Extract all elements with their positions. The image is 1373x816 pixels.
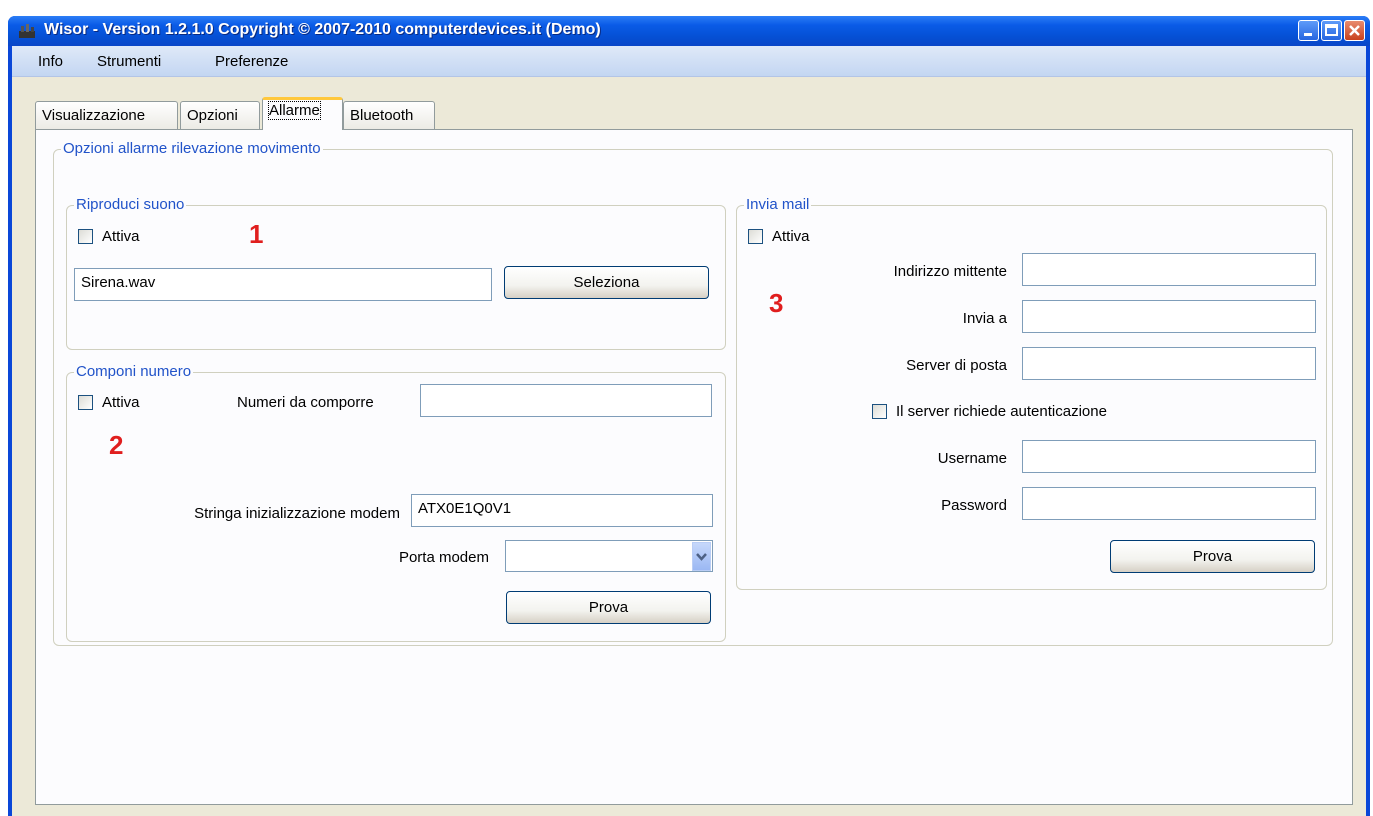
group-send-mail: Invia mail Attiva 3 Indirizzo mittente I…	[736, 196, 1327, 590]
mail-prova-button[interactable]: Prova	[1110, 540, 1315, 573]
seleziona-button[interactable]: Seleziona	[504, 266, 709, 299]
maximize-button[interactable]	[1321, 20, 1342, 41]
modem-port-select[interactable]	[505, 540, 713, 572]
group-play-sound: Riproduci suono Attiva 1 Sirena.wav Sele…	[66, 196, 726, 350]
marker-2: 2	[109, 430, 124, 460]
menu-bar: Info Strumenti Preferenze	[12, 46, 1366, 77]
tab-page-allarme: Opzioni allarme rilevazione movimento Ri…	[35, 129, 1353, 805]
mail-attiva-label: Attiva	[772, 228, 810, 245]
modem-init-label: Stringa inizializzazione modem	[194, 505, 400, 522]
tab-bluetooth[interactable]: Bluetooth	[343, 101, 435, 129]
marker-1: 1	[249, 219, 264, 249]
username-input[interactable]	[1022, 440, 1316, 473]
password-label: Password	[941, 497, 1007, 514]
server-label: Server di posta	[906, 357, 1007, 374]
chevron-down-icon	[696, 553, 707, 561]
group-alarm-options: Opzioni allarme rilevazione movimento Ri…	[53, 140, 1333, 646]
close-button[interactable]	[1344, 20, 1365, 41]
window-title: Wisor - Version 1.2.1.0 Copyright © 2007…	[44, 21, 601, 38]
tab-visualizzazione[interactable]: Visualizzazione	[35, 101, 178, 129]
tab-control: Visualizzazione Opzioni Allarme Bluetoot…	[12, 77, 1366, 816]
menu-preferenze[interactable]: Preferenze	[215, 53, 288, 70]
server-input[interactable]	[1022, 347, 1316, 380]
title-bar[interactable]: Wisor - Version 1.2.1.0 Copyright © 2007…	[8, 16, 1370, 46]
dropdown-button[interactable]	[692, 542, 711, 571]
modem-port-label: Porta modem	[398, 549, 489, 566]
username-label: Username	[937, 450, 1007, 467]
maximize-icon	[1325, 24, 1338, 36]
dial-attiva-checkbox[interactable]	[78, 395, 93, 410]
sound-attiva-checkbox[interactable]	[78, 229, 93, 244]
menu-info[interactable]: Info	[38, 53, 63, 70]
sound-attiva-label: Attiva	[102, 228, 140, 245]
client-area: Info Strumenti Preferenze Visualizzazion…	[12, 46, 1366, 816]
group-dial-number-title: Componi numero	[74, 363, 194, 380]
numbers-input[interactable]	[420, 384, 712, 417]
password-input[interactable]	[1022, 487, 1316, 520]
minimize-button[interactable]	[1298, 20, 1319, 41]
group-dial-number: Componi numero Attiva Numeri da comporre…	[66, 363, 726, 642]
auth-checkbox[interactable]	[872, 404, 887, 419]
tab-allarme[interactable]: Allarme	[262, 97, 343, 130]
to-label: Invia a	[962, 310, 1007, 327]
menu-strumenti[interactable]: Strumenti	[97, 53, 161, 70]
sender-label: Indirizzo mittente	[893, 263, 1007, 280]
sound-file-input[interactable]: Sirena.wav	[74, 268, 492, 301]
tab-opzioni[interactable]: Opzioni	[180, 101, 260, 129]
app-logo-icon	[19, 24, 35, 38]
to-input[interactable]	[1022, 300, 1316, 333]
auth-label: Il server richiede autenticazione	[896, 403, 1107, 420]
dial-prova-button[interactable]: Prova	[506, 591, 711, 624]
minimize-icon	[1304, 33, 1312, 36]
sender-input[interactable]	[1022, 253, 1316, 286]
group-send-mail-title: Invia mail	[744, 196, 812, 213]
numbers-label: Numeri da comporre	[237, 394, 374, 411]
marker-3: 3	[769, 288, 784, 318]
close-icon	[1349, 25, 1360, 36]
dial-attiva-label: Attiva	[102, 394, 140, 411]
modem-init-input[interactable]: ATX0E1Q0V1	[411, 494, 713, 527]
group-play-sound-title: Riproduci suono	[74, 196, 187, 213]
app-window: Wisor - Version 1.2.1.0 Copyright © 2007…	[8, 16, 1370, 816]
group-alarm-options-title: Opzioni allarme rilevazione movimento	[61, 140, 323, 157]
mail-attiva-checkbox[interactable]	[748, 229, 763, 244]
